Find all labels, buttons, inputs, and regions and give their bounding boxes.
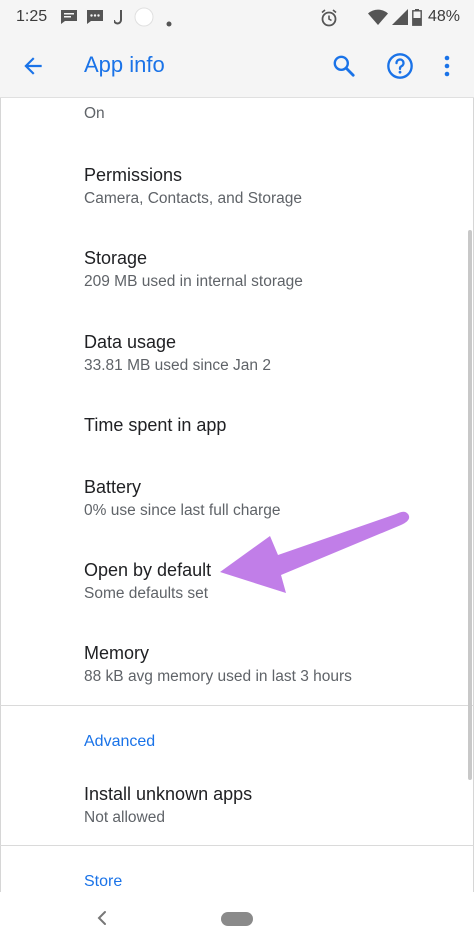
more-options-icon[interactable]	[440, 53, 454, 84]
annotation-arrow	[220, 511, 410, 593]
app-notification-icon	[113, 9, 124, 30]
help-icon[interactable]	[386, 52, 414, 85]
install-unknown-apps-title: Install unknown apps	[84, 784, 253, 804]
notifications-value: On	[84, 104, 454, 124]
list-item-data-usage[interactable]: Data usage 33.81 MB used since Jan 2	[84, 331, 454, 376]
battery-percent: 48%	[428, 8, 461, 25]
battery-title: Battery	[84, 477, 142, 497]
memory-title: Memory	[84, 643, 150, 663]
page-title: App info	[84, 52, 165, 77]
nav-home-pill[interactable]	[221, 912, 253, 926]
permissions-title: Permissions	[84, 165, 183, 185]
back-arrow-icon[interactable]	[20, 53, 46, 84]
data-usage-subtitle: 33.81 MB used since Jan 2	[84, 357, 271, 374]
more-notifications-dot-icon	[166, 14, 172, 32]
store-section-header: Store	[84, 873, 123, 890]
status-bar: 1:25 48%	[0, 0, 474, 34]
install-unknown-apps-subtitle: Not allowed	[84, 809, 165, 826]
navigation-bar	[0, 892, 474, 947]
notifications-status: On	[84, 105, 105, 122]
alarm-icon	[320, 9, 338, 32]
cell-signal-icon	[392, 9, 408, 30]
advanced-section-header: Advanced	[84, 733, 156, 750]
memory-subtitle: 88 kB avg memory used in last 3 hours	[84, 668, 352, 685]
app-bar: App info	[0, 34, 474, 98]
sms-icon	[86, 9, 104, 30]
message-icon	[60, 9, 78, 30]
list-item-install-unknown-apps[interactable]: Install unknown apps Not allowed	[84, 783, 454, 828]
status-time: 1:25	[16, 8, 48, 25]
list-item-storage[interactable]: Storage 209 MB used in internal storage	[84, 247, 454, 292]
search-icon[interactable]	[331, 53, 357, 84]
list-item-permissions[interactable]: Permissions Camera, Contacts, and Storag…	[84, 164, 454, 209]
circle-notification-icon	[134, 7, 154, 32]
data-usage-title: Data usage	[84, 332, 177, 352]
nav-back-icon[interactable]	[94, 908, 110, 933]
permissions-subtitle: Camera, Contacts, and Storage	[84, 190, 302, 207]
time-spent-title: Time spent in app	[84, 415, 227, 435]
section-divider	[0, 845, 474, 846]
scrollbar[interactable]	[468, 230, 472, 780]
list-item-time-spent[interactable]: Time spent in app	[84, 414, 454, 436]
battery-icon	[412, 9, 422, 31]
section-divider	[0, 705, 474, 706]
storage-title: Storage	[84, 248, 148, 268]
wifi-icon	[368, 9, 388, 30]
list-item-memory[interactable]: Memory 88 kB avg memory used in last 3 h…	[84, 642, 454, 687]
storage-subtitle: 209 MB used in internal storage	[84, 273, 303, 290]
